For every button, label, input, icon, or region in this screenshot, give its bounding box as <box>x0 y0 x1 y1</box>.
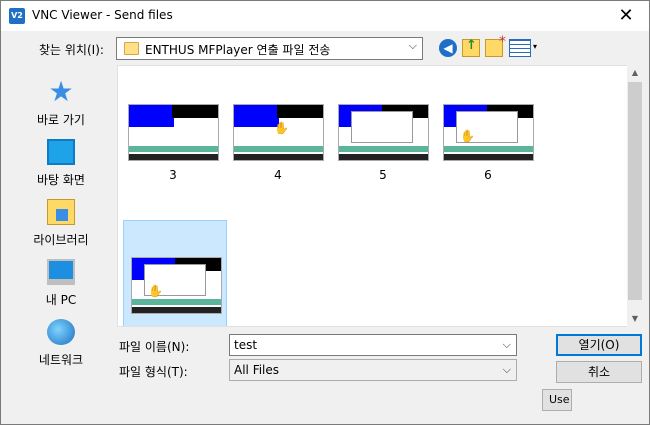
place-desktop[interactable]: 바탕 화면 <box>11 131 111 191</box>
scroll-down-icon[interactable]: ▼ <box>627 311 643 327</box>
open-button[interactable]: 열기(O) <box>556 334 642 356</box>
file-thumbnail <box>128 104 219 161</box>
desktop-icon <box>47 139 75 165</box>
file-item[interactable]: ✋ 4 <box>226 66 330 182</box>
pc-icon <box>47 259 75 285</box>
vertical-scrollbar[interactable]: ▲ ▼ <box>627 65 643 327</box>
look-in-value: ENTHUS MFPlayer 연출 파일 전송 <box>145 43 331 57</box>
scroll-thumb[interactable] <box>628 82 642 300</box>
star-icon: ★ <box>48 75 74 108</box>
up-folder-icon[interactable] <box>462 38 480 57</box>
place-label: 바탕 화면 <box>37 173 85 187</box>
cancel-button[interactable]: 취소 <box>556 361 642 383</box>
close-button[interactable]: ✕ <box>603 1 649 31</box>
file-name: 5 <box>379 168 387 182</box>
view-menu-icon[interactable] <box>509 39 531 57</box>
file-item-selected[interactable]: ✋ test <box>123 220 227 326</box>
place-libraries[interactable]: 라이브러리 <box>11 191 111 251</box>
place-network[interactable]: 네트워크 <box>11 311 111 371</box>
filetype-select[interactable]: All Files ⌵ <box>229 359 517 381</box>
filename-input[interactable]: test ⌵ <box>229 334 517 356</box>
chevron-down-icon[interactable]: ⌵ <box>409 39 417 53</box>
file-thumbnail: ✋ <box>131 257 222 314</box>
file-item[interactable]: ✋ 6 <box>436 66 540 182</box>
filename-value: test <box>234 338 258 352</box>
place-label: 내 PC <box>45 293 77 307</box>
file-name: 4 <box>274 168 282 182</box>
file-dialog-window: V2 VNC Viewer - Send files ✕ 찾는 위치(I): E… <box>0 0 650 425</box>
new-folder-icon[interactable] <box>485 34 506 57</box>
file-thumbnail <box>338 104 429 161</box>
view-menu-arrow[interactable]: ▾ <box>533 42 537 51</box>
file-name: 6 <box>484 168 492 182</box>
places-bar: ★ 바로 가기 바탕 화면 라이브러리 내 PC 네트워크 <box>11 65 114 390</box>
file-item[interactable]: 3 <box>121 66 225 182</box>
back-icon[interactable]: ◀ <box>439 39 457 57</box>
chevron-down-icon[interactable]: ⌵ <box>503 360 511 380</box>
network-icon <box>47 319 75 345</box>
place-this-pc[interactable]: 내 PC <box>11 251 111 311</box>
folder-icon <box>124 42 139 55</box>
file-thumbnail: ✋ <box>443 104 534 161</box>
place-label: 바로 가기 <box>37 113 85 127</box>
place-label: 네트워크 <box>38 353 84 367</box>
title-bar: V2 VNC Viewer - Send files ✕ <box>1 1 649 31</box>
place-label: 라이브러리 <box>33 233 89 247</box>
look-in-dropdown[interactable]: ENTHUS MFPlayer 연출 파일 전송 ⌵ <box>116 37 423 60</box>
look-in-label: 찾는 위치(I): <box>39 43 104 57</box>
file-name: 3 <box>169 168 177 182</box>
chevron-down-icon[interactable]: ⌵ <box>503 335 511 355</box>
file-thumbnail: ✋ <box>233 104 324 161</box>
file-list[interactable]: 3 ✋ 4 5 ✋ 6 ✋ test <box>117 65 643 327</box>
library-icon <box>47 199 75 225</box>
window-title: VNC Viewer - Send files <box>32 8 173 22</box>
file-item[interactable]: 5 <box>331 66 435 182</box>
use-button[interactable]: Use <box>542 389 572 411</box>
filetype-value: All Files <box>234 363 280 377</box>
filetype-label: 파일 형식(T): <box>119 365 188 379</box>
vnc-app-icon: V2 <box>9 8 25 24</box>
filename-label: 파일 이름(N): <box>119 340 190 354</box>
place-quick-access[interactable]: ★ 바로 가기 <box>11 71 111 131</box>
scroll-up-icon[interactable]: ▲ <box>627 65 643 81</box>
